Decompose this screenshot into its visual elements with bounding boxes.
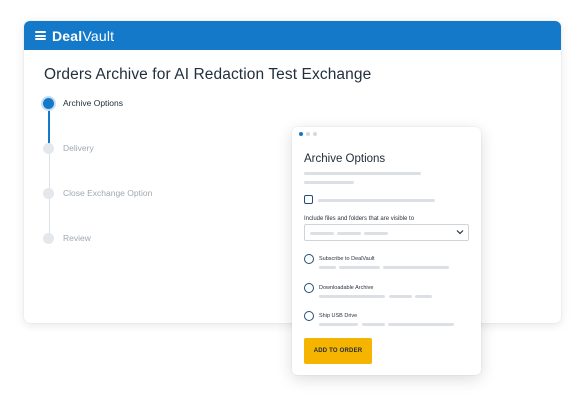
placeholder-text-line: [339, 266, 380, 269]
radio-downloadable-archive[interactable]: [304, 283, 314, 293]
step-review[interactable]: Review: [43, 232, 91, 244]
archive-options-panel: Archive Options Include files and folder…: [292, 127, 481, 375]
stepper-connector: [48, 197, 50, 237]
pager-dot-active[interactable]: [299, 132, 303, 136]
placeholder-text-line: [304, 172, 421, 175]
pager-dot[interactable]: [306, 132, 310, 136]
placeholder-text-line: [310, 232, 334, 235]
brand-name-regular: Vault: [82, 27, 115, 44]
visibility-select[interactable]: [304, 224, 469, 241]
placeholder-text-line: [304, 181, 354, 184]
top-navigation-bar: DealVault: [24, 21, 561, 50]
step-label: Close Exchange Option: [63, 188, 153, 198]
placeholder-text-line: [388, 323, 454, 326]
radio-ship-usb-drive[interactable]: [304, 311, 314, 321]
step-active-dot-icon: [43, 97, 54, 109]
chevron-down-icon: [456, 230, 464, 235]
stepper-connector: [48, 152, 50, 192]
radio-subscribe[interactable]: [304, 254, 314, 264]
panel-pager: [299, 132, 317, 136]
placeholder-text-line: [319, 323, 358, 326]
placeholder-text-line: [362, 323, 385, 326]
step-dot-icon: [43, 232, 54, 244]
stepper-progress-line: [48, 107, 50, 145]
pager-dot[interactable]: [313, 132, 317, 136]
radio-label: Downloadable Archive: [319, 285, 374, 291]
step-dot-icon: [43, 142, 54, 154]
brand-name-bold: Deal: [52, 27, 83, 44]
option-checkbox[interactable]: [304, 195, 313, 204]
step-archive-options[interactable]: Archive Options: [43, 97, 123, 109]
step-close-exchange-option[interactable]: Close Exchange Option: [43, 187, 152, 199]
placeholder-text-line: [319, 266, 336, 269]
page-title: Orders Archive for AI Redaction Test Exc…: [44, 66, 372, 83]
placeholder-text-line: [364, 232, 388, 235]
step-delivery[interactable]: Delivery: [43, 142, 94, 154]
step-label: Review: [63, 233, 91, 243]
radio-label: Subscribe to DealVault: [319, 256, 375, 262]
panel-title: Archive Options: [304, 153, 386, 165]
placeholder-text-line: [337, 232, 361, 235]
step-dot-icon: [43, 187, 54, 199]
placeholder-text-line: [383, 266, 449, 269]
placeholder-text-line: [319, 295, 385, 298]
hamburger-menu-icon[interactable]: [35, 31, 46, 40]
add-to-order-button[interactable]: ADD TO ORDER: [304, 338, 372, 364]
brand-logo[interactable]: DealVault: [52, 28, 114, 44]
step-label: Archive Options: [63, 98, 123, 108]
placeholder-text-line: [318, 199, 435, 202]
include-files-label: Include files and folders that are visib…: [304, 216, 415, 222]
placeholder-text-line: [415, 295, 432, 298]
placeholder-text-line: [389, 295, 412, 298]
radio-label: Ship USB Drive: [319, 313, 358, 319]
order-stepper: Archive Options Delivery Close Exchange …: [43, 97, 243, 267]
step-label: Delivery: [63, 143, 94, 153]
